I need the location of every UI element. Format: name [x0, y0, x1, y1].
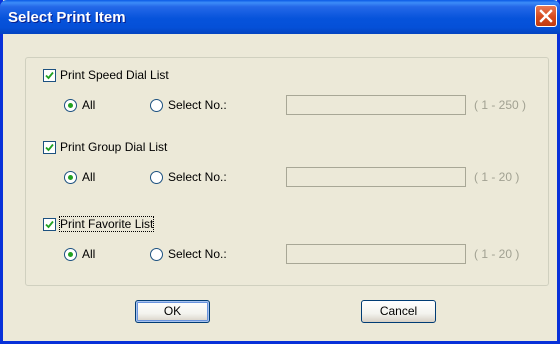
group-dial-radio-select-no[interactable]: Select No.:	[150, 169, 227, 185]
group-dial-radio-all[interactable]: All	[64, 169, 95, 185]
print-favorite-list-checkbox[interactable]: Print Favorite List	[43, 216, 155, 232]
checkbox-box[interactable]	[43, 68, 56, 82]
favorite-number-field[interactable]	[286, 244, 466, 264]
checkbox-label: Print Favorite List	[58, 216, 155, 232]
group-dial-range-label: ( 1 - 20 )	[474, 170, 520, 184]
radio-button[interactable]	[150, 170, 163, 184]
radio-button[interactable]	[150, 247, 163, 261]
close-button[interactable]	[535, 5, 557, 27]
title-bar[interactable]: Select Print Item	[0, 0, 560, 34]
radio-selected-dot	[68, 102, 73, 108]
radio-label: Select No.:	[168, 98, 227, 112]
radio-button[interactable]	[64, 98, 77, 112]
radio-button[interactable]	[64, 170, 77, 184]
checkbox-box[interactable]	[43, 217, 56, 231]
radio-label: All	[82, 247, 96, 261]
speed-dial-radio-all[interactable]: All	[64, 97, 95, 113]
group-dial-number-field[interactable]	[286, 167, 466, 187]
speed-dial-number-field[interactable]	[286, 95, 466, 115]
radio-button[interactable]	[64, 247, 77, 261]
radio-button[interactable]	[150, 98, 163, 112]
checkbox-box[interactable]	[43, 140, 56, 154]
close-icon	[539, 9, 553, 23]
radio-label: Select No.:	[168, 170, 227, 184]
print-speed-dial-list-checkbox[interactable]: Print Speed Dial List	[43, 67, 169, 83]
checkbox-label: Print Group Dial List	[60, 140, 168, 154]
radio-label: All	[82, 98, 96, 112]
cancel-button[interactable]: Cancel	[361, 300, 436, 323]
check-mark-icon	[45, 220, 54, 228]
check-mark-icon	[45, 71, 54, 79]
speed-dial-radio-select-no[interactable]: Select No.:	[150, 97, 227, 113]
favorite-radio-all[interactable]: All	[64, 246, 95, 262]
print-group-dial-list-checkbox[interactable]: Print Group Dial List	[43, 139, 167, 155]
checkbox-label: Print Speed Dial List	[60, 68, 169, 82]
ok-button[interactable]: OK	[135, 300, 210, 323]
check-mark-icon	[45, 143, 54, 151]
favorite-range-label: ( 1 - 20 )	[474, 247, 520, 261]
dialog-title: Select Print Item	[8, 9, 126, 26]
radio-label: All	[82, 170, 96, 184]
favorite-radio-select-no[interactable]: Select No.:	[150, 246, 227, 262]
speed-dial-range-label: ( 1 - 250 )	[474, 98, 527, 112]
radio-selected-dot	[68, 251, 73, 257]
radio-selected-dot	[68, 174, 73, 180]
radio-label: Select No.:	[168, 247, 227, 261]
